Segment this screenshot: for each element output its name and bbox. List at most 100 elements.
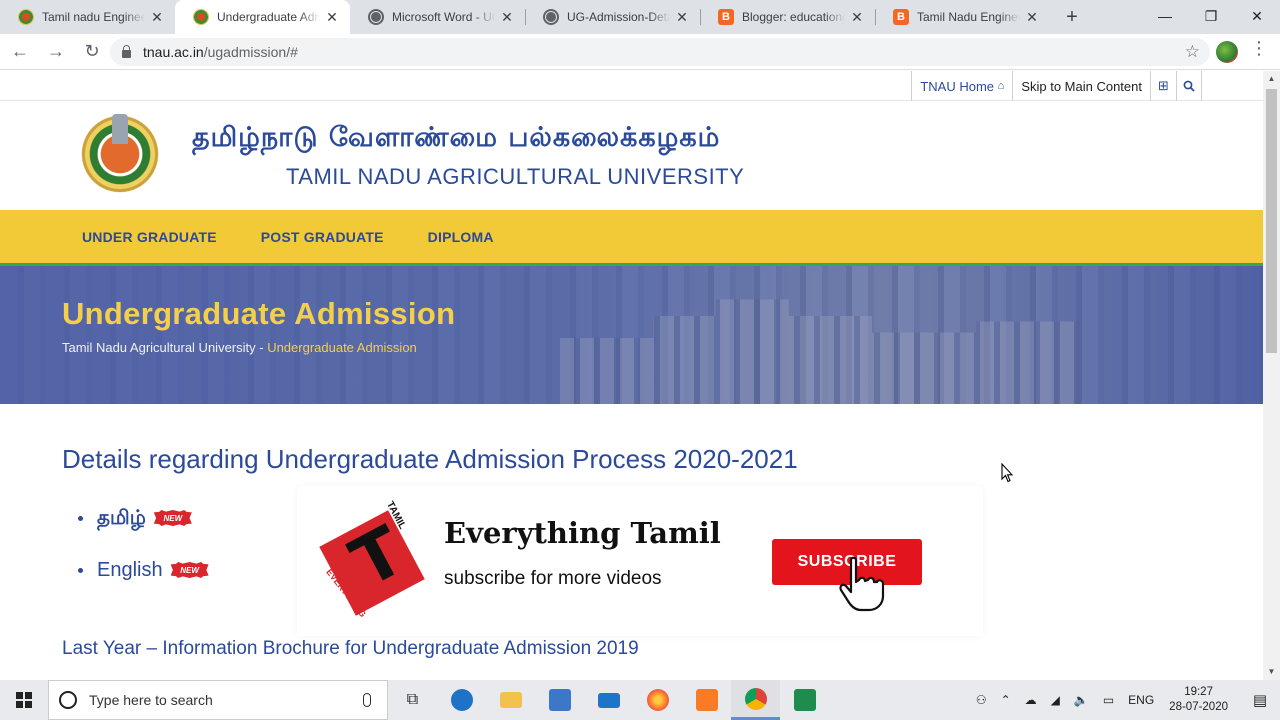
- emblem-icon: [193, 9, 209, 25]
- utility-bar: TNAU Home ⌂ Skip to Main Content ⊞: [0, 71, 1263, 101]
- minimize-icon[interactable]: —: [1142, 0, 1188, 32]
- mouse-cursor-icon: [1001, 463, 1013, 483]
- bullet: [78, 567, 83, 573]
- list-item: தமிழ் NEW: [78, 492, 209, 544]
- tab-3[interactable]: UG-Admission-Details ✕: [525, 0, 700, 34]
- close-icon[interactable]: ✕: [674, 9, 690, 26]
- url-text: tnau.ac.in/ugadmission/#: [143, 44, 298, 60]
- breadcrumb-root[interactable]: Tamil Nadu Agricultural University: [62, 340, 256, 355]
- new-badge-icon: NEW: [153, 510, 192, 526]
- tab-0[interactable]: Tamil nadu Engineering ✕: [0, 0, 175, 34]
- forward-arrow-icon[interactable]: →: [40, 36, 72, 68]
- breadcrumb: Tamil Nadu Agricultural University - Und…: [62, 340, 417, 355]
- tab-4[interactable]: Blogger: educationg ✕: [700, 0, 875, 34]
- nav-item-post-graduate[interactable]: POST GRADUATE: [261, 229, 384, 245]
- camtasia-icon[interactable]: [780, 680, 829, 720]
- battery-icon[interactable]: ▭: [1103, 693, 1114, 707]
- site-header: தமிழ்நாடு வேளாண்மை பல்கலைக்கழகம் TAMIL N…: [0, 102, 1263, 210]
- scroll-down-icon[interactable]: ▼: [1263, 664, 1280, 680]
- blogger-icon: [718, 9, 734, 25]
- mail-icon[interactable]: [584, 680, 633, 720]
- tab-2[interactable]: Microsoft Word - UG ✕: [350, 0, 525, 34]
- tab-strip: Tamil nadu Engineering ✕ Undergraduate A…: [0, 0, 1280, 34]
- university-name-english: TAMIL NADU AGRICULTURAL UNIVERSITY: [286, 164, 745, 189]
- english-link[interactable]: English: [97, 559, 163, 582]
- pointing-hand-icon: [839, 556, 885, 612]
- store-icon[interactable]: [535, 680, 584, 720]
- notification-icon[interactable]: ▤: [1240, 680, 1280, 720]
- channel-name: Everything Tamil: [444, 516, 721, 550]
- page-scrollbar[interactable]: ▲ ▼: [1263, 71, 1280, 680]
- language-list: தமிழ் NEW English NEW: [78, 492, 209, 596]
- reload-icon[interactable]: ↻: [76, 36, 108, 68]
- tab-title: Microsoft Word - UG: [392, 10, 495, 24]
- page-title: Undergraduate Admission: [62, 296, 456, 331]
- tab-title: Tamil nadu Engineering: [42, 10, 145, 24]
- start-button[interactable]: [0, 680, 48, 720]
- emblem-icon: [18, 9, 34, 25]
- microphone-icon[interactable]: [363, 693, 371, 707]
- home-icon: ⌂: [997, 80, 1005, 92]
- browser-menu-icon[interactable]: ⋮: [1250, 38, 1268, 59]
- nav-item-under-graduate[interactable]: UNDER GRADUATE: [82, 229, 217, 245]
- university-emblem-logo[interactable]: [61, 106, 179, 206]
- window-controls: — ❐ ✕: [1142, 0, 1280, 32]
- new-tab-button[interactable]: +: [1058, 3, 1086, 31]
- task-view-icon[interactable]: ⧉: [388, 680, 437, 720]
- scroll-thumb[interactable]: [1266, 89, 1277, 353]
- close-window-icon[interactable]: ✕: [1234, 0, 1280, 32]
- clock[interactable]: 19:27 28-07-2020: [1169, 685, 1228, 715]
- channel-tagline: subscribe for more videos: [444, 568, 662, 589]
- onedrive-icon[interactable]: ☁: [1025, 693, 1037, 707]
- back-arrow-icon[interactable]: ←: [4, 36, 36, 68]
- campus-building-image: [560, 299, 1080, 404]
- skip-to-content-link[interactable]: Skip to Main Content: [1012, 71, 1150, 101]
- people-icon[interactable]: ⚇: [976, 693, 987, 707]
- restore-icon[interactable]: ❐: [1188, 0, 1234, 32]
- tamil-link[interactable]: தமிழ்: [97, 505, 146, 532]
- close-icon[interactable]: ✕: [1024, 9, 1040, 26]
- bullet: [78, 515, 83, 521]
- sitemap-icon[interactable]: ⊞: [1150, 71, 1176, 101]
- subscribe-overlay: T TAMIL EVERYTHING Everything Tamil subs…: [297, 486, 983, 636]
- browser-toolbar: ← → ↻ tnau.ac.in/ugadmission/# ☆: [0, 34, 1280, 70]
- close-icon[interactable]: ✕: [499, 9, 515, 26]
- taskbar-search[interactable]: Type here to search: [48, 680, 388, 720]
- address-bar[interactable]: tnau.ac.in/ugadmission/# ☆: [110, 38, 1210, 66]
- file-explorer-icon[interactable]: [486, 680, 535, 720]
- windows-logo-icon: [16, 692, 32, 708]
- new-badge-icon: NEW: [170, 562, 209, 578]
- close-icon[interactable]: ✕: [849, 9, 865, 26]
- breadcrumb-current: Undergraduate Admission: [267, 340, 417, 355]
- clock-time: 19:27: [1184, 686, 1213, 698]
- globe-icon: [368, 9, 384, 25]
- lock-icon: [122, 44, 131, 58]
- search-icon[interactable]: [1176, 71, 1202, 101]
- tab-1[interactable]: Undergraduate Admission ✕: [175, 0, 350, 34]
- edge-icon[interactable]: [437, 680, 486, 720]
- brochure-heading[interactable]: Last Year – Information Brochure for Und…: [62, 638, 639, 660]
- chevron-up-icon[interactable]: ⌃: [1001, 693, 1011, 707]
- close-icon[interactable]: ✕: [324, 9, 340, 26]
- network-icon[interactable]: ◢: [1051, 693, 1060, 707]
- scroll-up-icon[interactable]: ▲: [1263, 71, 1280, 87]
- xampp-icon[interactable]: [682, 680, 731, 720]
- close-icon[interactable]: ✕: [149, 9, 165, 26]
- blogger-icon: [893, 9, 909, 25]
- search-placeholder: Type here to search: [89, 692, 213, 708]
- volume-icon[interactable]: 🔈: [1074, 693, 1089, 707]
- cortana-icon: [59, 691, 77, 709]
- bookmark-star-icon[interactable]: ☆: [1185, 42, 1200, 62]
- page-banner: Undergraduate Admission Tamil Nadu Agric…: [0, 266, 1263, 404]
- input-language[interactable]: ENG: [1128, 693, 1154, 707]
- extension-icon[interactable]: [1216, 41, 1238, 63]
- tnau-home-link[interactable]: TNAU Home ⌂: [911, 71, 1012, 101]
- tab-title: Tamil Nadu Engineering: [917, 10, 1020, 24]
- list-item: English NEW: [78, 544, 209, 596]
- chrome-icon[interactable]: [731, 680, 780, 720]
- firefox-icon[interactable]: [633, 680, 682, 720]
- nav-item-diploma[interactable]: DIPLOMA: [428, 229, 494, 245]
- university-name-tamil: தமிழ்நாடு வேளாண்மை பல்கலைக்கழகம்: [192, 122, 721, 153]
- tab-5[interactable]: Tamil Nadu Engineering ✕: [875, 0, 1050, 34]
- tab-title: Undergraduate Admission: [217, 10, 320, 24]
